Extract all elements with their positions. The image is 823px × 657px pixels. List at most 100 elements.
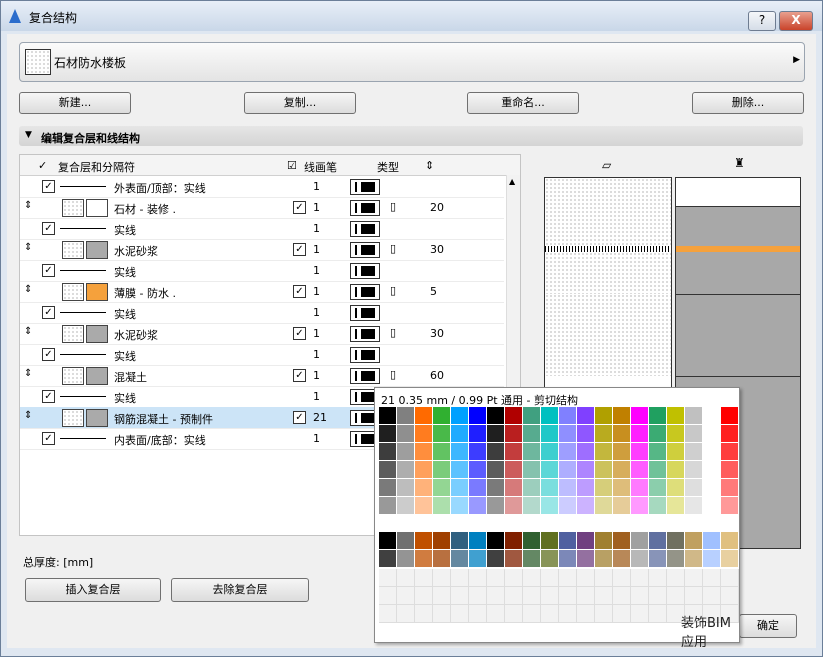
color-cell[interactable] [505,479,523,497]
close-button[interactable]: X [779,11,813,31]
color-cell[interactable] [649,461,667,479]
color-cell[interactable] [397,443,415,461]
insert-layer-button[interactable]: 插入复合层 [25,578,161,602]
ok-button[interactable]: 确定 [739,614,797,638]
color-cell[interactable] [649,532,667,550]
row-pen[interactable]: 1 [313,348,320,361]
color-cell[interactable] [451,407,469,425]
color-cell[interactable] [559,461,577,479]
table-row[interactable]: ⇕ 水泥砂浆 ✓ ▯ 30 1 [20,239,504,261]
drag-handle-icon[interactable]: ⇕ [24,200,32,211]
row-pen[interactable]: 1 [313,390,320,403]
color-cell[interactable] [613,605,631,623]
color-cell[interactable] [613,443,631,461]
copy-button[interactable]: 复制... [244,92,356,114]
color-cell[interactable] [415,407,433,425]
table-row[interactable]: ✓ 实线 1 [20,260,504,282]
color-cell[interactable] [685,407,703,425]
color-cell[interactable] [523,605,541,623]
color-cell[interactable] [595,587,613,605]
color-cell[interactable] [523,550,541,568]
color-cell[interactable] [451,497,469,515]
color-cell[interactable] [415,479,433,497]
layer-checkbox[interactable]: ✓ [293,243,306,256]
color-cell[interactable] [685,425,703,443]
color-cell[interactable] [379,425,397,443]
palette-grid-top[interactable] [379,407,739,515]
row-pen[interactable]: 1 [313,432,320,445]
color-cell[interactable] [649,605,667,623]
color-cell[interactable] [631,569,649,587]
rename-button[interactable]: 重命名... [467,92,579,114]
color-cell[interactable] [595,569,613,587]
color-cell[interactable] [577,605,595,623]
table-row[interactable]: ✓ 实线 1 [20,344,504,366]
color-cell[interactable] [721,550,739,568]
row-visible-checkbox[interactable]: ✓ [42,264,55,277]
color-cell[interactable] [559,443,577,461]
color-cell[interactable] [487,479,505,497]
color-cell[interactable] [523,479,541,497]
color-cell[interactable] [703,443,721,461]
color-cell[interactable] [721,497,739,515]
color-cell[interactable] [667,532,685,550]
layer-thickness[interactable]: 5 [430,285,437,298]
color-cell[interactable] [397,569,415,587]
color-cell[interactable] [523,461,541,479]
color-cell[interactable] [559,479,577,497]
color-cell[interactable] [649,479,667,497]
color-cell[interactable] [667,407,685,425]
color-cell[interactable] [685,461,703,479]
color-cell[interactable] [415,605,433,623]
color-cell[interactable] [613,550,631,568]
color-cell[interactable] [685,532,703,550]
color-cell[interactable] [595,407,613,425]
pen-picker-icon[interactable] [350,179,380,195]
color-cell[interactable] [577,497,595,515]
color-cell[interactable] [703,497,721,515]
color-cell[interactable] [667,569,685,587]
scroll-up-icon[interactable]: ▲ [509,177,515,186]
color-cell[interactable] [649,569,667,587]
color-cell[interactable] [487,569,505,587]
color-cell[interactable] [469,425,487,443]
color-cell[interactable] [379,479,397,497]
color-cell[interactable] [613,479,631,497]
color-cell[interactable] [397,461,415,479]
row-visible-checkbox[interactable]: ✓ [42,222,55,235]
color-cell[interactable] [595,550,613,568]
color-cell[interactable] [703,569,721,587]
color-cell[interactable] [487,425,505,443]
color-cell[interactable] [667,497,685,515]
color-cell[interactable] [559,550,577,568]
layer-thickness[interactable]: 30 [430,243,444,256]
row-visible-checkbox[interactable]: ✓ [42,306,55,319]
layer-type-icon[interactable]: ▯ [390,284,396,297]
drag-handle-icon[interactable]: ⇕ [24,242,32,253]
layer-type-icon[interactable]: ▯ [390,368,396,381]
color-cell[interactable] [487,550,505,568]
color-cell[interactable] [631,587,649,605]
pen-picker-icon[interactable] [350,368,380,384]
layer-checkbox[interactable]: ✓ [293,327,306,340]
color-cell[interactable] [613,532,631,550]
color-cell[interactable] [451,425,469,443]
color-cell[interactable] [487,605,505,623]
pen-picker-icon[interactable] [350,305,380,321]
layer-checkbox[interactable]: ✓ [293,201,306,214]
color-cell[interactable] [505,443,523,461]
color-cell[interactable] [451,550,469,568]
color-cell[interactable] [415,425,433,443]
color-cell[interactable] [505,407,523,425]
color-cell[interactable] [541,605,559,623]
color-cell[interactable] [523,532,541,550]
color-cell[interactable] [577,532,595,550]
color-cell[interactable] [415,587,433,605]
color-cell[interactable] [649,497,667,515]
table-row[interactable]: ✓ 实线 1 [20,218,504,240]
color-cell[interactable] [649,407,667,425]
color-cell[interactable] [505,497,523,515]
color-cell[interactable] [469,569,487,587]
color-cell[interactable] [469,587,487,605]
color-cell[interactable] [469,461,487,479]
